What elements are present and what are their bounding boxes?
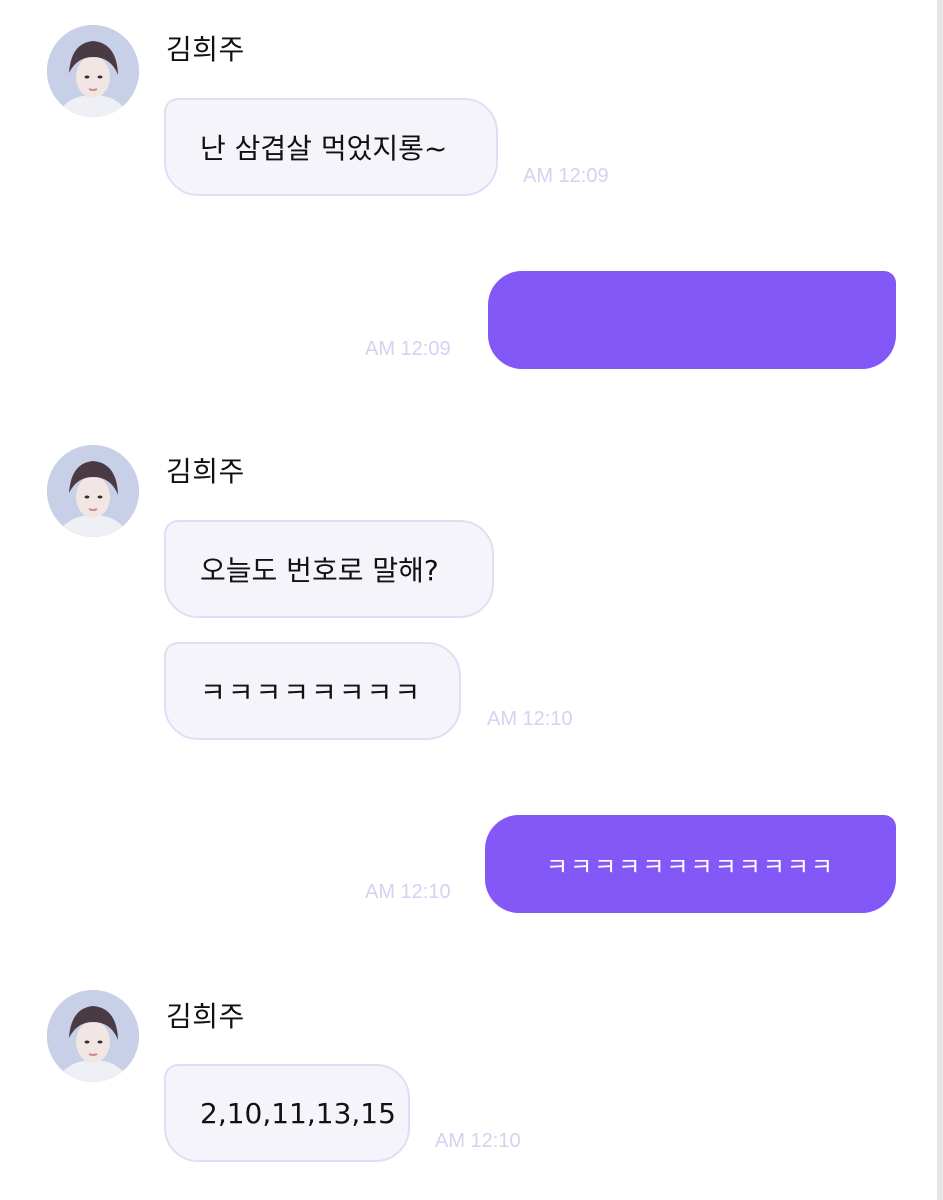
- message-timestamp: AM 12:10: [435, 1130, 521, 1152]
- message-timestamp: AM 12:09: [365, 338, 451, 360]
- outgoing-message-bubble[interactable]: ㅋㅋㅋㅋㅋㅋㅋㅋㅋㅋㅋㅋ: [485, 815, 896, 913]
- profile-photo-icon: [47, 445, 139, 537]
- message-timestamp: AM 12:10: [487, 708, 573, 730]
- message-text: 난 삼겹살 먹었지롱~: [200, 132, 448, 165]
- sender-avatar[interactable]: [47, 445, 139, 537]
- incoming-message-bubble[interactable]: 2,10,11,13,15: [164, 1064, 410, 1162]
- incoming-message-bubble[interactable]: ㅋㅋㅋㅋㅋㅋㅋㅋ: [164, 642, 461, 740]
- sender-name: 김희주: [166, 33, 245, 66]
- profile-photo-icon: [47, 25, 139, 117]
- message-text: ㅋㅋㅋㅋㅋㅋㅋㅋ: [200, 676, 423, 709]
- incoming-message-bubble[interactable]: 난 삼겹살 먹었지롱~: [164, 98, 498, 196]
- message-text: ㅋㅋㅋㅋㅋㅋㅋㅋㅋㅋㅋㅋ: [546, 852, 835, 881]
- sender-name: 김희주: [166, 1000, 245, 1033]
- profile-photo-icon: [47, 990, 139, 1082]
- sender-avatar[interactable]: [47, 990, 139, 1082]
- message-text: 2,10,11,13,15: [200, 1096, 396, 1130]
- outgoing-message-bubble[interactable]: [488, 271, 896, 369]
- sender-name: 김희주: [166, 455, 245, 488]
- message-timestamp: AM 12:10: [365, 881, 451, 903]
- incoming-message-bubble[interactable]: 오늘도 번호로 말해?: [164, 520, 494, 618]
- message-timestamp: AM 12:09: [523, 165, 609, 187]
- right-edge-divider: [937, 0, 943, 1200]
- sender-avatar[interactable]: [47, 25, 139, 117]
- message-text: 오늘도 번호로 말해?: [200, 554, 439, 587]
